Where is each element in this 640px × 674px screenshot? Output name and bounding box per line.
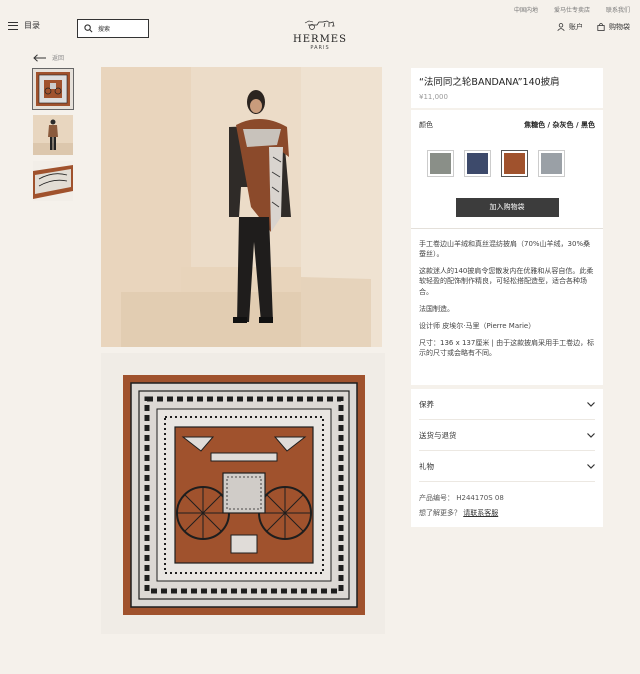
toplink-contact[interactable]: 联系我们 bbox=[606, 5, 630, 14]
swatch-navy-fill bbox=[467, 153, 488, 174]
menu-button[interactable]: 目录 bbox=[8, 20, 40, 31]
sku-label: 产品编号： bbox=[419, 494, 454, 502]
thumbnail-scarf[interactable] bbox=[32, 68, 74, 110]
help-label: 想了解更多？ bbox=[419, 509, 461, 518]
user-icon bbox=[557, 23, 565, 31]
product-meta: 产品编号： H244170S 08 想了解更多？ 请联系客服 bbox=[419, 491, 595, 522]
arrow-left-icon bbox=[33, 53, 46, 62]
thumbnail-model[interactable] bbox=[33, 115, 73, 155]
product-options: 颜色 焦糖色 / 杂灰色 / 黑色 加入购物袋 手工卷边山羊绒和真丝混纺披肩（7… bbox=[411, 110, 603, 385]
shopping-bag-icon bbox=[597, 23, 605, 31]
swatch-caramel[interactable] bbox=[501, 150, 528, 177]
swatch-caramel-fill bbox=[504, 153, 525, 174]
info-accordion: 保养 送货与退货 礼物 产品编号： H244170S 08 想了解更多？ 请联系… bbox=[411, 389, 603, 527]
search-input[interactable]: 搜索 bbox=[77, 19, 149, 38]
accordion-gift-label: 礼物 bbox=[419, 461, 434, 471]
toplink-stores[interactable]: 爱马仕专卖店 bbox=[554, 5, 590, 14]
model-thumbnail-image bbox=[33, 115, 73, 155]
carriage-logo-icon bbox=[304, 20, 335, 30]
accordion-shipping-label: 送货与退货 bbox=[419, 430, 457, 440]
product-photo-model bbox=[101, 67, 382, 347]
swatch-light-grey[interactable] bbox=[538, 150, 565, 177]
top-links: 中国内地 爱马仕专卖店 联系我们 bbox=[514, 5, 630, 14]
account-label: 账户 bbox=[569, 23, 583, 31]
color-swatches bbox=[427, 150, 595, 177]
chevron-down-icon bbox=[587, 463, 595, 469]
color-row: 颜色 焦糖色 / 杂灰色 / 黑色 bbox=[419, 120, 595, 130]
model-wearing-scarf-image bbox=[101, 67, 382, 347]
add-to-cart-button[interactable]: 加入购物袋 bbox=[455, 198, 559, 217]
search-placeholder: 搜索 bbox=[98, 26, 111, 33]
color-values: 焦糖色 / 杂灰色 / 黑色 bbox=[524, 121, 595, 129]
product-title: “法同同之轮BANDANA”140披肩 bbox=[419, 77, 560, 88]
brand-name: HERMES bbox=[293, 34, 347, 45]
scarf-flat-image bbox=[101, 353, 385, 634]
product-price: ¥11,000 bbox=[419, 93, 448, 101]
color-label: 颜色 bbox=[419, 121, 433, 129]
back-link[interactable]: 返回 bbox=[33, 53, 64, 62]
divider bbox=[411, 228, 603, 229]
description-intro: 这款迷人的140披肩令您散发内在优雅和从容自信。此柔软轻盈的配饰制作精良，可轻松… bbox=[419, 267, 594, 296]
swatch-light-grey-fill bbox=[541, 153, 562, 174]
menu-label: 目录 bbox=[24, 21, 40, 30]
swatch-grey[interactable] bbox=[427, 150, 454, 177]
thumbnail-list bbox=[32, 68, 74, 201]
sku-value: H244170S 08 bbox=[456, 494, 504, 502]
toplink-region[interactable]: 中国内地 bbox=[514, 5, 538, 14]
accordion-gift[interactable]: 礼物 bbox=[419, 451, 595, 482]
brand-city: PARIS bbox=[310, 45, 330, 51]
cart-button[interactable]: 购物袋 bbox=[597, 22, 630, 32]
description-origin: 法国制造。 bbox=[419, 304, 454, 313]
chevron-down-icon bbox=[587, 401, 595, 407]
cart-label: 购物袋 bbox=[609, 23, 630, 31]
account-button[interactable]: 账户 bbox=[557, 22, 583, 32]
sku-row: 产品编号： H244170S 08 bbox=[419, 491, 595, 506]
description-size: 尺寸：136 x 137厘米 | 由于这款披肩采用手工卷边，标示的尺寸或会略有不… bbox=[419, 338, 595, 358]
accordion-care[interactable]: 保养 bbox=[419, 389, 595, 420]
brand-logo[interactable]: HERMES PARIS bbox=[290, 15, 350, 51]
hamburger-icon bbox=[8, 21, 18, 30]
back-label: 返回 bbox=[52, 55, 65, 62]
contact-service-link[interactable]: 请联系客服 bbox=[463, 509, 498, 517]
search-icon bbox=[84, 24, 93, 33]
product-photo-scarf bbox=[101, 353, 385, 634]
thumbnail-detail[interactable] bbox=[33, 161, 73, 201]
description-material: 手工卷边山羊绒和真丝混纺披肩（70%山羊绒，30%桑蚕丝）。 bbox=[419, 240, 591, 259]
swatch-grey-fill bbox=[430, 153, 451, 174]
scarf-thumbnail-image bbox=[33, 69, 73, 109]
product-description: 手工卷边山羊绒和真丝混纺披肩（70%山羊绒，30%桑蚕丝）。 这款迷人的140披… bbox=[419, 239, 595, 358]
accordion-shipping[interactable]: 送货与退货 bbox=[419, 420, 595, 451]
help-row: 想了解更多？ 请联系客服 bbox=[419, 506, 595, 521]
description-designer: 设计师 皮埃尔·马里（Pierre Marie） bbox=[419, 321, 536, 330]
swatch-navy[interactable] bbox=[464, 150, 491, 177]
accordion-care-label: 保养 bbox=[419, 399, 434, 409]
header-actions: 账户 购物袋 bbox=[557, 22, 630, 32]
product-header: “法同同之轮BANDANA”140披肩 ¥11,000 bbox=[411, 68, 603, 108]
chevron-down-icon bbox=[587, 432, 595, 438]
detail-thumbnail-image bbox=[33, 161, 73, 201]
